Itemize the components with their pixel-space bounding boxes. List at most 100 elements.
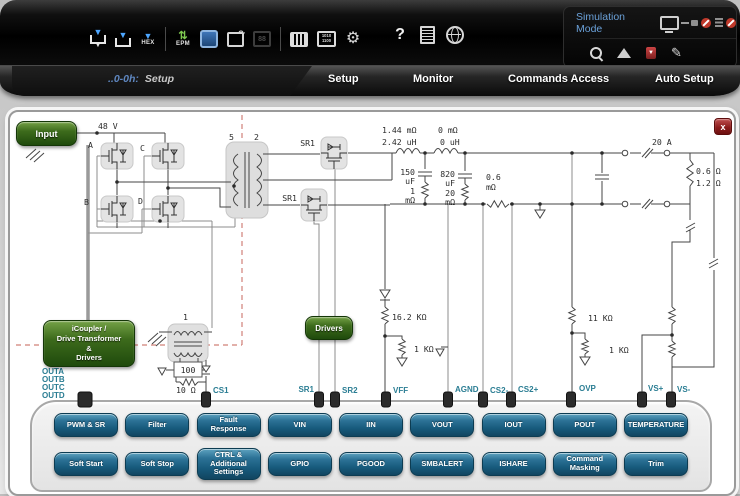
tool-icon-row: ▼ ✎ <box>590 38 736 67</box>
dock-button-temperature[interactable]: TEMPERATURE <box>624 413 688 437</box>
dock-button-filter[interactable]: Filter <box>125 413 189 437</box>
transformer-body <box>226 142 268 218</box>
hex-download-icon[interactable]: ▼ HEX <box>140 33 156 46</box>
settings-gear-icon[interactable]: ⚙ <box>345 31 361 47</box>
chip-download-icon[interactable]: ▼ <box>646 47 656 59</box>
waveform-icon[interactable] <box>617 48 631 58</box>
dock-button-smbalert[interactable]: SMBALERT <box>410 452 474 476</box>
globe-shape <box>446 26 464 44</box>
dock-button-iin[interactable]: IIN <box>339 413 403 437</box>
component-label: 0 uH <box>440 137 460 147</box>
dock-button-pwm-sr[interactable]: PWM & SR <box>54 413 118 437</box>
mosfet-d <box>152 196 184 222</box>
drivers-button-label: Drivers <box>306 324 352 333</box>
mosfet-b <box>101 196 133 222</box>
dock-button-iout[interactable]: IOUT <box>482 413 546 437</box>
dock-button-trim[interactable]: Trim <box>624 452 688 476</box>
burden-resistor-box <box>174 362 202 377</box>
chip-icon[interactable] <box>200 30 218 48</box>
ground-arrow-icon <box>158 368 166 375</box>
tab-setup[interactable]: Setup <box>328 73 359 85</box>
tab-monitor[interactable]: Monitor <box>413 73 453 85</box>
dashed-boundary <box>16 115 242 345</box>
component-label: 0.6 <box>486 172 501 182</box>
register-map-icon[interactable] <box>290 32 308 47</box>
dock-button-command-masking[interactable]: Command Masking <box>553 452 617 476</box>
component-label: 5 <box>229 132 234 142</box>
dock-button-soft-stop[interactable]: Soft Stop <box>125 452 189 476</box>
schematic-panel: PWM & SR Filter Fault Response VIN IIN VOUT IO… <box>8 110 736 496</box>
component-label: 20 A <box>652 137 672 147</box>
binary-view-icon[interactable]: 10101100 <box>317 31 336 47</box>
out-label-outd: OUTD <box>42 391 65 400</box>
component-label: 1 <box>183 312 188 322</box>
component-label: 1 KΩ <box>414 344 434 354</box>
window-refresh-icon[interactable]: ↷ <box>227 32 244 47</box>
dock-button-gpio[interactable]: GPIO <box>268 452 332 476</box>
dock-button-vout[interactable]: VOUT <box>410 413 474 437</box>
pin-label-sr1: SR1 <box>298 385 314 394</box>
pin-label-vff: VFF <box>393 386 408 395</box>
download-icon[interactable]: ▼ <box>115 32 131 47</box>
globe-icon[interactable] <box>446 26 464 44</box>
component-label: 1.2 Ω <box>696 178 721 188</box>
input-button[interactable]: Input <box>16 121 77 146</box>
pin-label-cs1: CS1 <box>213 386 229 395</box>
window-shape: ↷ <box>227 32 244 47</box>
dock-button-soft-start[interactable]: Soft Start <box>54 452 118 476</box>
component-label: 1.44 mΩ <box>382 125 417 135</box>
register-grid-shape <box>290 32 308 47</box>
component-label: SR1 <box>300 138 315 148</box>
dock-button-pgood[interactable]: PGOOD <box>339 452 403 476</box>
ground-arrow-icon <box>535 210 545 218</box>
ground-arrow-icon <box>436 349 444 356</box>
component-label: 16.2 KΩ <box>392 312 427 322</box>
download-to-device-icon[interactable]: ▼ ▼ <box>90 29 106 49</box>
tab-commands-access[interactable]: Commands Access <box>508 73 609 85</box>
simulation-mode-label: Simulation Mode <box>576 11 652 35</box>
toolbar-icon-cluster: ▼ ▼ ▼ ▼ HEX ⇅ EPM ↷ 88 <box>90 22 361 56</box>
plug-icon <box>691 20 698 26</box>
epm-program-icon[interactable]: ⇅ EPM <box>175 32 191 47</box>
dock-button-pout[interactable]: POUT <box>553 413 617 437</box>
component-label: 0.6 Ω <box>696 166 721 176</box>
schematic-labels: 48 VACBD52SR1SR11.44 mΩ2.42 uH0 mΩ0 uH15… <box>42 121 721 400</box>
dim-display-shape: 88 <box>253 31 271 47</box>
disconnected-icon <box>701 18 711 28</box>
drivers-button[interactable]: Drivers <box>305 316 353 340</box>
help-icon[interactable]: ? <box>392 27 408 43</box>
resistors-and-coils <box>174 149 693 386</box>
blue-down-arrow-icon: ▼ <box>144 33 153 40</box>
diode-icon <box>202 366 210 372</box>
component-label: 2.42 uH <box>382 137 417 147</box>
mosfet-sr1 <box>321 137 347 169</box>
current-transformer-body <box>168 324 208 362</box>
ground-arrow-icon <box>580 357 590 365</box>
pin-label-agnd: AGND <box>455 385 479 394</box>
out-label-outa: OUTA <box>42 367 64 376</box>
icoupler-line: & <box>44 344 134 354</box>
tab-auto-setup[interactable]: Auto Setup <box>655 73 714 85</box>
close-button[interactable]: x <box>714 118 732 135</box>
out-label-outc: OUTC <box>42 383 65 392</box>
dock-button-fault-response[interactable]: Fault Response <box>197 413 261 437</box>
chip-shape <box>200 30 218 48</box>
pin-label-vs: VS+ <box>648 384 664 393</box>
dock-button-vin[interactable]: VIN <box>268 413 332 437</box>
mosfet-a <box>101 143 133 169</box>
component-label: mΩ <box>405 195 415 205</box>
document-shape <box>420 26 435 44</box>
toolbar-divider <box>165 27 166 51</box>
gear-glyph: ⚙ <box>346 31 360 47</box>
refresh-arrow: ↷ <box>238 30 245 38</box>
zoom-icon[interactable] <box>590 47 602 59</box>
dock-button-ctrl-additional-settings[interactable]: CTRL & Additional Settings <box>197 448 261 481</box>
dock-button-ishare[interactable]: ISHARE <box>482 452 546 476</box>
help-icon-cluster: ? <box>392 26 464 44</box>
connector-circles <box>622 150 670 207</box>
simulation-mode-row: Simulation Mode <box>564 7 736 38</box>
toolbar-divider <box>280 27 281 51</box>
edit-pencil-icon[interactable]: ✎ <box>671 45 682 61</box>
icoupler-drivers-button[interactable]: iCoupler / Drive Transformer & Drivers <box>43 320 135 367</box>
document-icon[interactable] <box>419 26 435 44</box>
